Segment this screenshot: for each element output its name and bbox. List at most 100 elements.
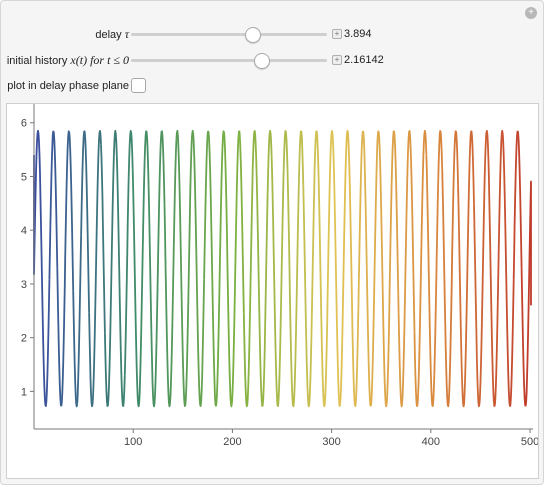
- series-line-segment: [104, 332, 110, 407]
- series-line-segment: [401, 214, 408, 398]
- series-line-segment: [393, 136, 400, 313]
- series-line-segment: [413, 332, 420, 407]
- series-line-segment: [68, 131, 75, 291]
- delay-value: 3.894: [344, 28, 372, 40]
- series-line-segment: [155, 149, 162, 343]
- plus-circle-icon[interactable]: +: [525, 7, 537, 19]
- series-line-segment: [274, 351, 281, 407]
- x-tick-label: 400: [422, 436, 440, 448]
- series-line-segment: [115, 155, 122, 352]
- series-line-segment: [492, 301, 499, 407]
- series-line-segment: [143, 130, 150, 186]
- time-series-plot: 100 200 300 400 500 1 2 3 4 5 6: [21, 104, 539, 448]
- series-line-segment: [123, 177, 130, 376]
- series-line-segment: [96, 130, 102, 215]
- series-line-segment: [223, 131, 229, 291]
- series-line-segment: [425, 155, 432, 352]
- x-tick-label: 100: [124, 436, 142, 448]
- series-line-segment: [40, 246, 47, 406]
- series-line-segment: [457, 185, 463, 383]
- series-line-segment: [365, 268, 372, 407]
- series-line-segment: [227, 290, 233, 408]
- series-line-segment: [500, 129, 507, 247]
- manipulate-panel: + delay τ + 3.894 initial history x(t) f…: [0, 0, 544, 485]
- phase-plane-checkbox[interactable]: [131, 78, 146, 93]
- series-line-segment: [215, 257, 221, 407]
- series-line-segment: [358, 130, 364, 280]
- series-line-segment: [516, 130, 523, 269]
- delay-slider-thumb[interactable]: [244, 27, 261, 43]
- series-line-segment: [199, 279, 205, 407]
- plus-square-icon[interactable]: +: [332, 55, 342, 65]
- series-line-segment: [76, 235, 82, 404]
- series-line-segment: [488, 224, 495, 402]
- phase-plane-control: plot in delay phase plane: [1, 77, 543, 95]
- series-line-segment: [238, 136, 245, 313]
- series-line-segment: [473, 204, 479, 394]
- series-line-segment: [56, 268, 63, 407]
- plus-square-icon[interactable]: +: [332, 29, 342, 39]
- series-line-segment: [496, 133, 503, 302]
- series-line-segment: [405, 130, 412, 215]
- series-line-segment: [119, 351, 126, 407]
- series-line-segment: [377, 131, 384, 291]
- series-line-segment: [326, 139, 332, 323]
- series-line-segment: [33, 133, 39, 276]
- series-line-segment: [250, 130, 257, 215]
- y-tick-label: 4: [21, 225, 27, 237]
- series-line-segment: [183, 301, 190, 407]
- series-line-segment: [524, 257, 531, 407]
- series-line-segment: [477, 322, 483, 408]
- series-line-segment: [64, 130, 70, 258]
- series-line-segment: [231, 235, 237, 404]
- series-line-segment: [52, 130, 59, 269]
- series-line-segment: [369, 257, 376, 407]
- series-line-segment: [72, 290, 79, 408]
- series-line-segment: [298, 130, 305, 186]
- series-line-segment: [167, 322, 174, 408]
- series-line-segment: [159, 130, 166, 205]
- series-line-segment: [314, 130, 321, 205]
- series-line-segment: [100, 144, 106, 333]
- series-line-segment: [179, 224, 186, 402]
- series-line-segment: [346, 129, 352, 247]
- delay-slider[interactable]: [131, 27, 327, 43]
- series-line-segment: [310, 149, 317, 343]
- series-line-segment: [481, 139, 487, 323]
- history-label: initial history x(t) for t ≤ 0: [6, 53, 129, 67]
- phase-plane-label: plot in delay phase plane: [7, 80, 129, 92]
- series-line-segment: [254, 144, 261, 333]
- series-line-segment: [334, 224, 340, 402]
- series-line-segment: [187, 133, 194, 302]
- plot-area: 100 200 300 400 500 1 2 3 4 5 6: [6, 103, 539, 479]
- y-tick-label: 1: [21, 386, 27, 398]
- series-line-segment: [354, 279, 360, 407]
- series-line-segment: [147, 185, 154, 383]
- series-line-segment: [84, 136, 90, 313]
- history-slider[interactable]: [131, 53, 327, 69]
- series-line-segment: [389, 130, 396, 236]
- series-line-segment: [108, 194, 114, 389]
- series-line-segment: [270, 155, 277, 352]
- series-line-segment: [465, 149, 471, 343]
- y-tick-label: 5: [21, 171, 27, 183]
- series-line-segment: [373, 130, 380, 258]
- series-line-segment: [338, 301, 344, 407]
- series-line-segment: [441, 169, 448, 369]
- history-slider-thumb[interactable]: [254, 53, 271, 69]
- series-line-segment: [48, 130, 55, 280]
- series-line-segment: [92, 214, 98, 398]
- series-line-segment: [322, 322, 329, 408]
- series-line-segment: [286, 169, 293, 369]
- series-line-segment: [191, 129, 198, 247]
- series-line-segment: [36, 129, 43, 247]
- series-line-segment: [60, 257, 67, 407]
- delay-label: delay τ: [95, 27, 129, 41]
- y-tick-label: 3: [21, 279, 27, 291]
- y-tick-label: 6: [21, 118, 27, 130]
- series-line-segment: [80, 130, 86, 236]
- history-control: initial history x(t) for t ≤ 0 + 2.16142: [1, 51, 543, 69]
- series-line-segment: [294, 161, 301, 361]
- x-tick-label: 200: [223, 436, 241, 448]
- x-tick-label: 500: [521, 436, 538, 448]
